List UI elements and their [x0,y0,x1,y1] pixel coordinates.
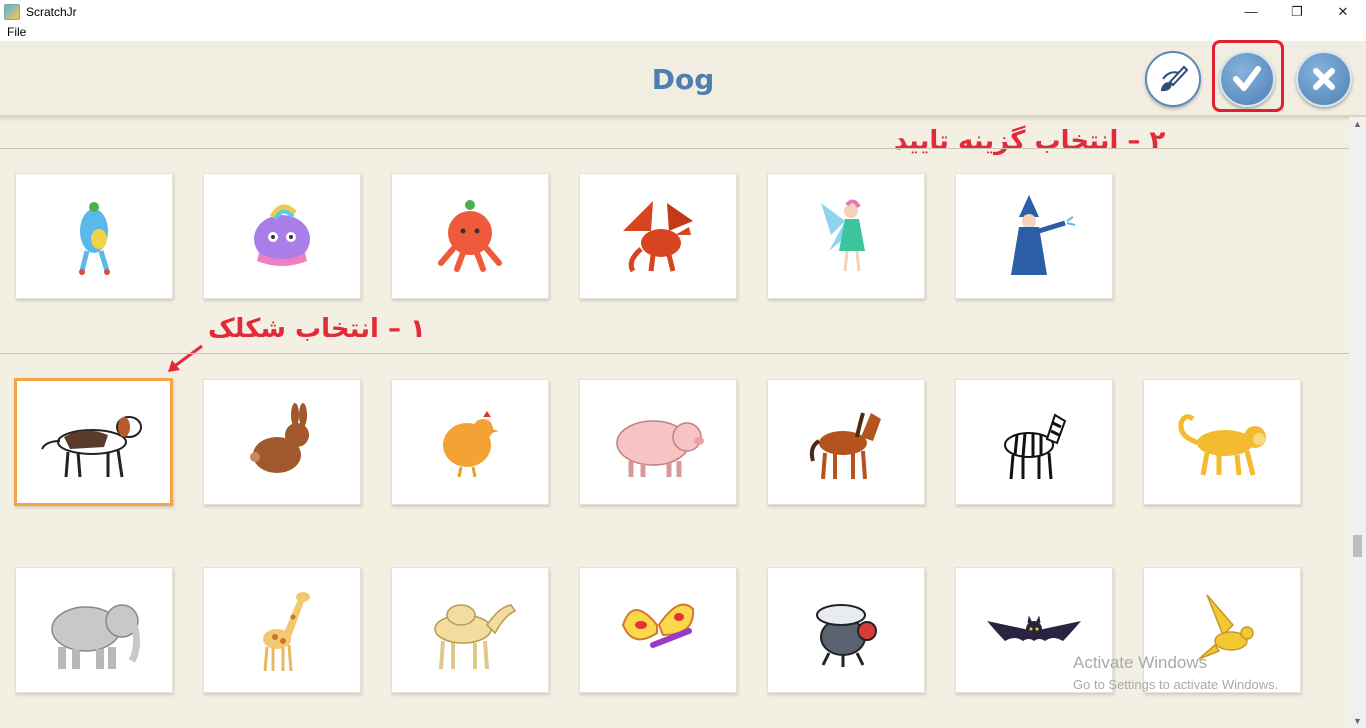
restore-button[interactable]: ❐ [1274,0,1320,23]
dog-sprite [40,416,142,478]
rabbit-sprite [250,403,309,473]
sprite-tile-red-octopus[interactable] [391,173,549,299]
scrollbar-thumb[interactable] [1353,535,1362,557]
watermark-title: Activate Windows [1073,653,1208,672]
sprite-tile-fairy[interactable] [767,173,925,299]
sprite-tile-camel[interactable] [391,567,549,693]
annotation-step-1: ۱ – انتخاب شکلک [208,314,426,344]
sprite-tile-elephant[interactable] [15,567,173,693]
sprite-tile-dragon[interactable] [579,173,737,299]
activation-watermark: Activate Windows Go to Settings to activ… [1073,653,1278,692]
sprite-tile-dog[interactable] [14,378,173,506]
library-header: Dog [0,41,1366,117]
sprite-tile-rabbit[interactable] [203,379,361,505]
sprite-tile-giraffe[interactable] [203,567,361,693]
window-title: ScratchJr [26,4,77,19]
menu-bar: File [0,23,1366,41]
fly-sprite [816,604,877,667]
sprite-tile-blue-character[interactable] [15,173,173,299]
sprite-tile-purple-monster[interactable] [203,173,361,299]
sprite-tile-chicken[interactable] [391,379,549,505]
blue-character-sprite [79,202,110,275]
x-close-icon [1313,68,1335,90]
row-divider [0,148,1366,149]
elephant-sprite [51,604,141,669]
giraffe-sprite [263,592,310,672]
horse-sprite [809,412,881,480]
vertical-scrollbar[interactable]: ▲ ▼ [1349,117,1366,728]
cancel-button[interactable] [1296,51,1352,107]
sprite-tile-zebra[interactable] [955,379,1113,505]
purple-monster-sprite [254,204,310,266]
paint-editor-button[interactable] [1145,51,1201,107]
fairy-sprite [821,199,865,272]
sprite-tile-horse[interactable] [767,379,925,505]
sprite-tile-butterfly[interactable] [579,567,737,693]
wizard-sprite [1011,195,1076,275]
annotation-arrow-icon [168,344,203,372]
sprite-tile-monkey[interactable] [1143,379,1301,505]
pig-sprite [616,420,704,477]
close-window-button[interactable]: ✕ [1320,0,1366,23]
scratchjr-app-icon [4,3,20,20]
menu-item-file[interactable]: File [0,23,33,41]
chicken-sprite [443,411,499,478]
scroll-up-icon[interactable]: ▲ [1353,119,1362,129]
camel-sprite [434,604,517,670]
red-octopus-sprite [438,200,502,272]
sprite-tile-fly[interactable] [767,567,925,693]
scroll-down-icon[interactable]: ▼ [1353,716,1362,726]
sprite-tile-pig[interactable] [579,379,737,505]
window-controls: — ❐ ✕ [1228,0,1366,23]
monkey-sprite [1178,414,1266,476]
sprite-tile-wizard[interactable] [955,173,1113,299]
row-divider [0,353,1366,354]
minimize-button[interactable]: — [1228,0,1274,23]
watermark-subtitle: Go to Settings to activate Windows. [1073,677,1279,692]
dragon-sprite [623,201,693,273]
confirm-highlight-box [1212,40,1284,112]
butterfly-sprite [621,603,695,648]
window-titlebar: ScratchJr — ❐ ✕ [0,0,1366,23]
zebra-sprite [1004,413,1067,480]
paintbrush-icon [1161,65,1189,92]
annotation-step-2: ۲ – انتخاب گزینه تایید [894,126,1166,156]
